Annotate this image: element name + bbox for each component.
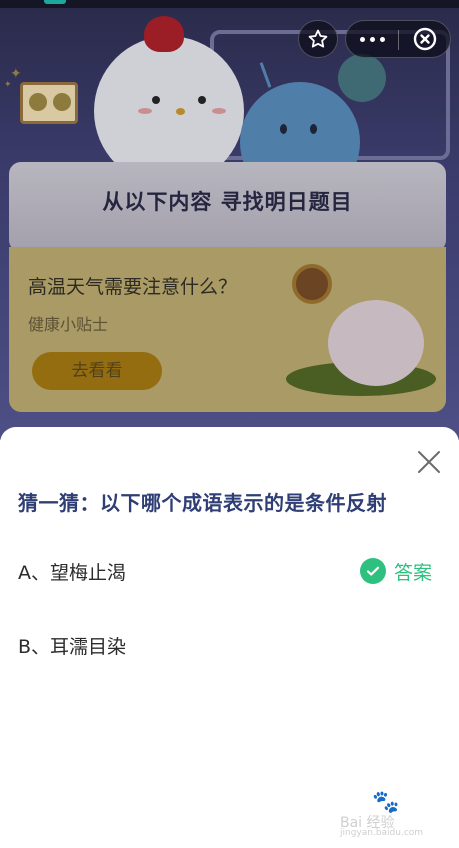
banner-title: 从以下内容 寻找明日题目	[102, 190, 353, 214]
planet-illustration	[338, 54, 386, 102]
option-b-label: B、耳濡目染	[18, 636, 127, 658]
medal-frame-illustration	[20, 82, 78, 124]
more-dots-icon	[359, 36, 365, 42]
watermark: 🐾 Bai 经验 jingyan.baidu.com	[340, 790, 440, 838]
banner-card: 从以下内容 寻找明日题目	[9, 162, 446, 252]
question-text: 猜一猜：以下哪个成语表示的是条件反射	[18, 491, 387, 515]
answer-badge: 答案	[360, 558, 432, 584]
status-accent	[44, 0, 66, 4]
option-a-label: A、望梅止渴	[18, 562, 126, 584]
circle-close-icon	[413, 27, 436, 51]
sparkle-icon: ✦	[4, 80, 12, 90]
more-button[interactable]	[346, 21, 398, 57]
favorite-button[interactable]	[298, 20, 338, 58]
answer-label: 答案	[394, 561, 433, 584]
option-a[interactable]: A、望梅止渴 答案	[0, 546, 459, 596]
quiz-sheet: 猜一猜：以下哪个成语表示的是条件反射 A、望梅止渴 答案 B、耳濡目染	[0, 427, 459, 848]
top-status-strip	[0, 0, 459, 8]
option-b[interactable]: B、耳濡目染	[0, 620, 459, 670]
background-page: ✦ ✦ 从以下内容 寻找明日题目 高温天气需要注意什么？ 健康小贴士 去看看	[0, 0, 459, 440]
exit-button[interactable]	[399, 21, 450, 57]
tip-title: 高温天气需要注意什么？	[28, 276, 238, 298]
sun-illustration	[292, 264, 332, 304]
miniprogram-capsule	[345, 20, 451, 58]
close-icon	[418, 451, 440, 473]
mascot-heat-illustration	[328, 300, 424, 386]
close-button[interactable]	[414, 447, 444, 477]
check-icon	[360, 558, 386, 584]
tip-subtitle: 健康小贴士	[28, 315, 109, 334]
watermark-url: jingyan.baidu.com	[340, 828, 424, 838]
go-see-button[interactable]: 去看看	[32, 352, 162, 390]
star-outline-icon	[308, 29, 328, 48]
